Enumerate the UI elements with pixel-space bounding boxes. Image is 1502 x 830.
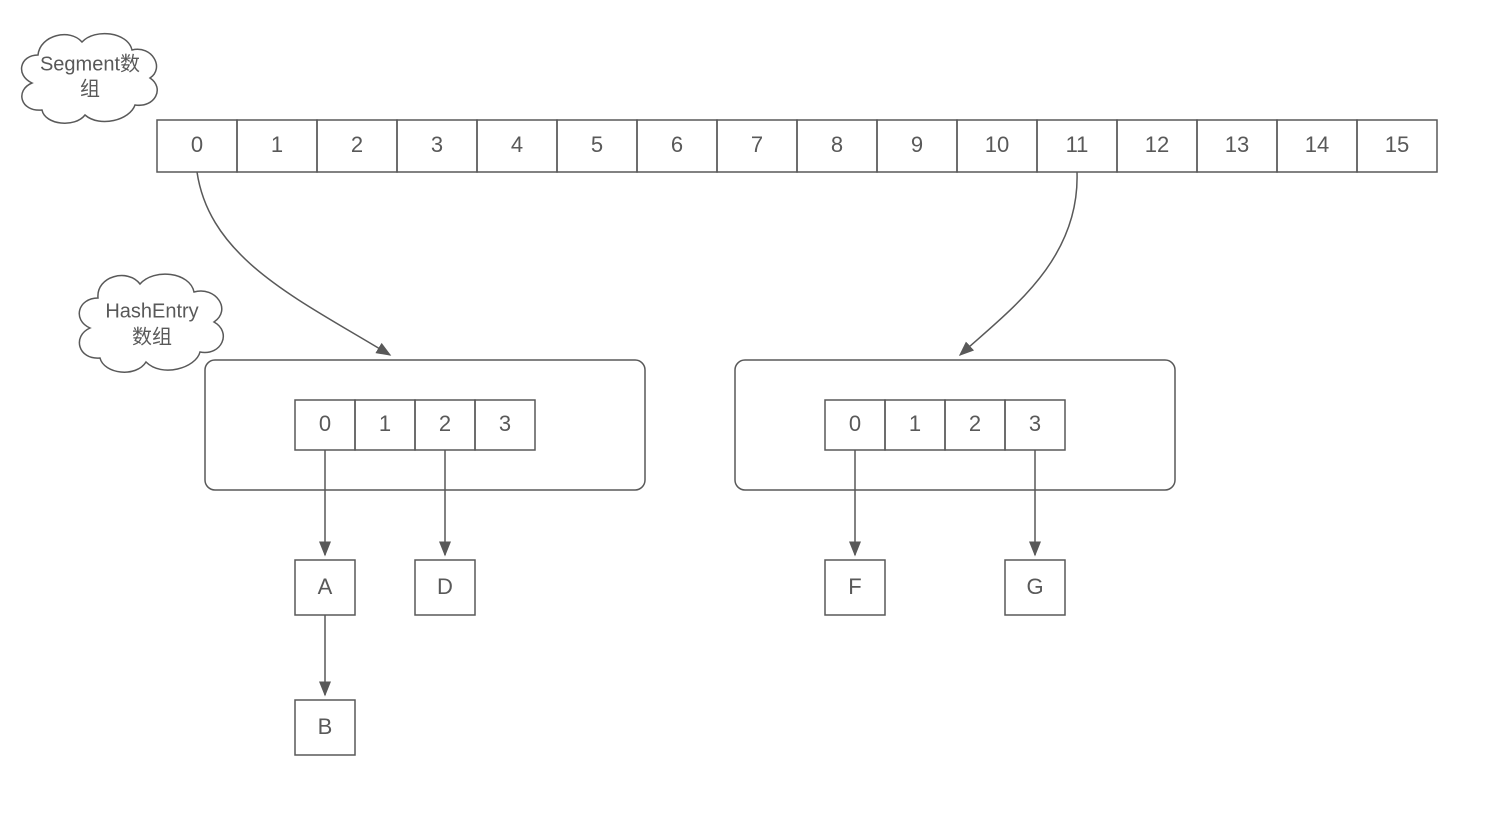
segment-cell-10: 10 (985, 132, 1009, 157)
segment-cell-6: 6 (671, 132, 683, 157)
hashentry-left-cell-2: 2 (439, 411, 451, 436)
segment-cell-4: 4 (511, 132, 523, 157)
cloud-hashentry-line2: 数组 (132, 325, 172, 348)
node-f-label: F (848, 574, 861, 599)
hashentry-left-cell-0: 0 (319, 411, 331, 436)
node-b-label: B (318, 714, 333, 739)
segment-cell-5: 5 (591, 132, 603, 157)
segment-cell-7: 7 (751, 132, 763, 157)
segment-cell-0: 0 (191, 132, 203, 157)
segment-cell-13: 13 (1225, 132, 1249, 157)
segment-array: 0 1 2 3 4 5 6 7 (157, 120, 1437, 172)
node-a-label: A (318, 574, 333, 599)
node-d-label: D (437, 574, 453, 599)
arrow-seg11-to-right (960, 172, 1077, 355)
segment-cell-1: 1 (271, 132, 283, 157)
segment-cell-2: 2 (351, 132, 363, 157)
segment-cell-3: 3 (431, 132, 443, 157)
hashentry-container-left (205, 360, 645, 490)
segment-cell-11: 11 (1066, 132, 1089, 157)
hashentry-left-cell-1: 1 (379, 411, 391, 436)
cloud-hashentry: HashEntry 数组 (79, 274, 223, 372)
hashentry-container-right (735, 360, 1175, 490)
segment-cell-12: 12 (1145, 132, 1169, 157)
segment-cell-8: 8 (831, 132, 843, 157)
segment-cell-9: 9 (911, 132, 923, 157)
node-g-label: G (1026, 574, 1043, 599)
segment-cell-15: 15 (1385, 132, 1409, 157)
hashentry-left-cell-3: 3 (499, 411, 511, 436)
hashentry-array-right: 0 1 2 3 (825, 400, 1065, 450)
hashentry-right-cell-3: 3 (1029, 411, 1041, 436)
hashentry-right-cell-0: 0 (849, 411, 861, 436)
cloud-segment-line2: 组 (80, 77, 100, 100)
arrow-seg0-to-left (197, 172, 390, 355)
cloud-segment: Segment数 组 (22, 34, 158, 124)
diagram-canvas: Segment数 组 0 1 2 3 4 5 6 (0, 0, 1502, 830)
cloud-segment-line1: Segment数 (40, 52, 140, 75)
hashentry-right-cell-2: 2 (969, 411, 981, 436)
cloud-hashentry-line1: HashEntry (105, 300, 198, 322)
segment-cell-14: 14 (1305, 132, 1329, 157)
hashentry-right-cell-1: 1 (909, 411, 921, 436)
hashentry-array-left: 0 1 2 3 (295, 400, 535, 450)
